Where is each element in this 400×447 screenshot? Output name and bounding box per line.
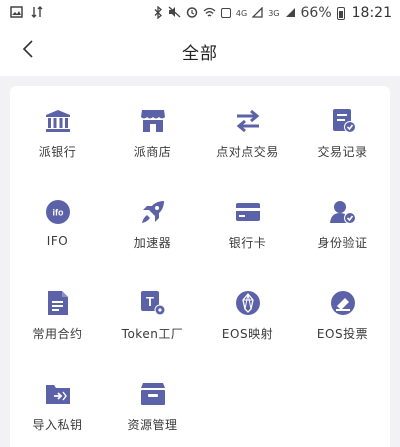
grid-item-resource-management[interactable]: 资源管理 [105, 367, 200, 447]
card-icon [234, 198, 262, 226]
grid-item-label: 加速器 [133, 236, 172, 250]
grid-item-accelerator[interactable]: 加速器 [105, 185, 200, 276]
import-key-icon [44, 380, 72, 408]
grid-item-label: 派银行 [38, 145, 77, 159]
clock: 18:21 [351, 5, 392, 21]
signal-icon [285, 7, 296, 20]
grid-item-ifo[interactable]: ifo IFO [10, 185, 105, 276]
grid-item-label: Token工厂 [121, 327, 184, 341]
sim-icon [220, 8, 231, 18]
grid-item-label: EOS投票 [316, 327, 369, 341]
grid-item-token-factory[interactable]: T Token工厂 [105, 276, 200, 367]
record-icon [329, 107, 357, 135]
feature-panel: 派银行 派商店 点对点交易 交易记录 ifo IFO 加速器 银行卡 身份验证 … [10, 86, 390, 447]
alarm-icon [186, 6, 198, 20]
bluetooth-icon [154, 5, 163, 21]
grid-item-eos-mapping[interactable]: EOS映射 [200, 276, 295, 367]
grid-item-label: EOS映射 [221, 327, 274, 341]
signal-icon [251, 5, 263, 20]
grid-item-label: 派商店 [133, 145, 172, 159]
battery-percent: 66% [300, 5, 332, 21]
user-verify-icon [329, 198, 357, 226]
grid-item-label: 资源管理 [127, 418, 178, 432]
grid-item-p2p-trade[interactable]: 点对点交易 [200, 94, 295, 185]
back-button[interactable] [16, 38, 40, 64]
grid-item-pi-bank[interactable]: 派银行 [10, 94, 105, 185]
mute-icon [168, 6, 181, 20]
grid-item-label: 身份验证 [317, 236, 368, 250]
grid-item-common-contracts[interactable]: 常用合约 [10, 276, 105, 367]
eos-icon [234, 289, 262, 317]
svg-text:T: T [146, 294, 154, 309]
swap-arrows-icon [234, 107, 262, 135]
battery-icon [336, 6, 345, 20]
vote-icon [329, 289, 357, 317]
grid-item-transaction-records[interactable]: 交易记录 [295, 94, 390, 185]
resource-icon [139, 380, 167, 408]
wifi-icon [203, 7, 216, 20]
grid-item-label: 导入私钥 [32, 418, 83, 432]
grid-item-pi-store[interactable]: 派商店 [105, 94, 200, 185]
data-transfer-icon [31, 6, 43, 20]
chevron-left-icon [22, 39, 34, 63]
page-title: 全部 [182, 43, 218, 64]
grid-item-identity-verification[interactable]: 身份验证 [295, 185, 390, 276]
grid-item-bank-card[interactable]: 银行卡 [200, 185, 295, 276]
network-4g-label: 4G [235, 8, 248, 18]
image-icon [10, 6, 23, 20]
store-icon [139, 107, 167, 135]
grid-item-label: IFO [46, 234, 69, 248]
network-3g-label: 3G [268, 8, 280, 18]
rocket-icon [139, 198, 167, 226]
grid-item-label: 点对点交易 [216, 145, 279, 159]
grid-item-label: 交易记录 [317, 145, 368, 159]
grid-item-label: 常用合约 [32, 327, 83, 341]
grid-item-eos-vote[interactable]: EOS投票 [295, 276, 390, 367]
grid-item-import-private-key[interactable]: 导入私钥 [10, 367, 105, 447]
status-bar: 4G 3G 66% 18:21 [0, 0, 400, 26]
grid-item-label: 银行卡 [228, 236, 267, 250]
bank-icon [44, 107, 72, 135]
document-icon [44, 289, 72, 317]
feature-grid: 派银行 派商店 点对点交易 交易记录 ifo IFO 加速器 银行卡 身份验证 … [10, 86, 390, 447]
svg-text:ifo: ifo [52, 208, 63, 218]
header: 全部 [0, 26, 400, 76]
ifo-icon: ifo [44, 198, 72, 226]
token-factory-icon: T [139, 289, 167, 317]
